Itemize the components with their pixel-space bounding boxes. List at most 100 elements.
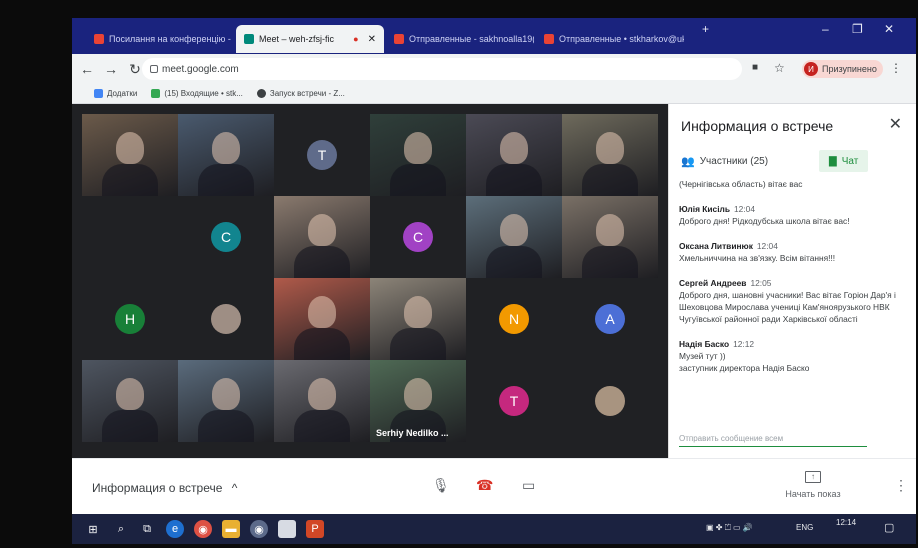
bookmark-label: Запуск встречи - Z... bbox=[269, 89, 345, 98]
meeting-info-button[interactable]: Информация о встрече ^ bbox=[92, 481, 237, 495]
participant-video bbox=[116, 378, 144, 410]
os-taskbar: ⊞ ⌕ ⧉ e ◉ ▬ ◉ P ▣ ✤ ⏍ ▭ 🔊 ENG 12:14 ▢ bbox=[72, 514, 916, 544]
participant-tile[interactable] bbox=[274, 360, 370, 442]
bookmark-zoom[interactable]: Запуск встречи - Z... bbox=[256, 89, 345, 98]
task-view-icon[interactable]: ⧉ bbox=[138, 520, 156, 538]
chat-message: Оксана Литвинюк 12:04 Хмельниччина на зв'… bbox=[679, 240, 905, 264]
windows-start-icon[interactable]: ⊞ bbox=[84, 520, 102, 538]
participant-tile[interactable]: H bbox=[82, 278, 178, 360]
participant-video bbox=[308, 296, 336, 328]
participant-tile[interactable] bbox=[178, 360, 274, 442]
message-text: (Чернігівська область) вітає вас bbox=[679, 179, 803, 189]
tab-chat[interactable]: ▇ Чат bbox=[819, 150, 869, 172]
bookmark-inbox[interactable]: (15) Входящие • stk... bbox=[151, 89, 243, 98]
participant-video-body bbox=[102, 410, 158, 442]
participant-video-body bbox=[582, 246, 638, 278]
new-tab-icon[interactable]: + bbox=[702, 22, 709, 36]
participant-tile[interactable] bbox=[178, 114, 274, 196]
profile-button[interactable]: И Призупинено bbox=[802, 60, 883, 78]
tray-icons[interactable]: ▣ ✤ ⏍ ▭ 🔊 bbox=[706, 523, 753, 533]
window-close-icon[interactable]: ✕ bbox=[884, 22, 894, 36]
address-bar: ← → ↻ meet.google.com ■ ☆ И Призупинено … bbox=[72, 54, 916, 84]
participant-tile[interactable]: A bbox=[562, 278, 658, 360]
people-icon: 👥 bbox=[681, 155, 695, 168]
participant-tile[interactable] bbox=[370, 114, 466, 196]
bookmark-label: Додатки bbox=[107, 89, 138, 98]
participant-tile[interactable] bbox=[82, 114, 178, 196]
gmail-icon bbox=[544, 34, 554, 44]
chevron-up-icon: ^ bbox=[231, 481, 238, 495]
hang-up-icon[interactable]: ☎ bbox=[476, 477, 493, 494]
menu-icon[interactable]: ⋮ bbox=[890, 61, 902, 75]
participant-tile[interactable] bbox=[466, 114, 562, 196]
participant-tile[interactable] bbox=[82, 360, 178, 442]
chrome-active-icon[interactable]: ◉ bbox=[250, 520, 268, 538]
lock-icon[interactable] bbox=[150, 65, 158, 73]
browser-tab[interactable]: Отправленные • stkharkov@uk ✕ bbox=[536, 25, 684, 53]
chat-input[interactable]: Отправить сообщение всем bbox=[679, 434, 867, 447]
participant-tile[interactable] bbox=[274, 278, 370, 360]
microphone-icon[interactable]: 🎙 bbox=[432, 477, 450, 494]
participant-video-body bbox=[294, 328, 350, 360]
minimize-icon[interactable]: – bbox=[822, 22, 829, 36]
url-input[interactable]: meet.google.com bbox=[142, 58, 742, 80]
browser-tab[interactable]: Отправленные - sakhnoalla19( ✕ bbox=[386, 25, 534, 53]
participant-tile[interactable]: T bbox=[466, 360, 562, 442]
url-text: meet.google.com bbox=[162, 63, 239, 75]
participant-tile[interactable]: C bbox=[370, 196, 466, 278]
file-explorer-icon[interactable]: ▬ bbox=[222, 520, 240, 538]
participant-video-body bbox=[198, 410, 254, 442]
participant-tile[interactable] bbox=[178, 278, 274, 360]
tab-participants[interactable]: 👥 Участники (25) bbox=[681, 150, 768, 172]
chrome-icon[interactable]: ◉ bbox=[194, 520, 212, 538]
message-text: Хмельниччина на зв'язку. Всім вітання!!! bbox=[679, 253, 836, 263]
participant-video bbox=[596, 214, 624, 246]
chat-icon: ▇ bbox=[829, 155, 837, 167]
participant-tile[interactable] bbox=[562, 196, 658, 278]
participant-tile[interactable]: Serhiy Nedilko ... bbox=[370, 360, 466, 442]
participant-tile[interactable] bbox=[370, 278, 466, 360]
participant-video bbox=[404, 132, 432, 164]
edge-icon[interactable]: e bbox=[166, 520, 184, 538]
apps-icon bbox=[94, 89, 103, 98]
participant-avatar: H bbox=[115, 304, 145, 334]
participant-video bbox=[212, 378, 240, 410]
star-icon[interactable]: ☆ bbox=[774, 61, 785, 75]
bookmark-apps[interactable]: Додатки bbox=[94, 89, 137, 98]
clock[interactable]: 12:14 bbox=[836, 518, 856, 527]
participant-video-body bbox=[390, 164, 446, 196]
participant-tile[interactable] bbox=[466, 196, 562, 278]
participant-tile[interactable] bbox=[562, 114, 658, 196]
participant-tile[interactable]: T bbox=[274, 114, 370, 196]
camera-icon[interactable]: ■ bbox=[752, 62, 758, 73]
browser-tab-active[interactable]: Meet – weh-zfsj-fic ● ✕ bbox=[236, 25, 384, 53]
language-indicator[interactable]: ENG bbox=[796, 523, 813, 532]
maximize-icon[interactable]: ❐ bbox=[852, 22, 863, 36]
close-panel-icon[interactable]: ✕ bbox=[889, 114, 902, 134]
present-button[interactable]: ↑ Начать показ bbox=[778, 471, 848, 499]
participant-avatar bbox=[211, 304, 241, 334]
browser-tab-bar: Посилання на конференцію - ✕ Meet – weh-… bbox=[72, 18, 916, 54]
powerpoint-icon[interactable]: P bbox=[306, 520, 324, 538]
close-tab-icon[interactable]: ✕ bbox=[368, 34, 376, 45]
back-icon[interactable]: ← bbox=[78, 61, 96, 77]
forward-icon[interactable]: → bbox=[102, 61, 120, 77]
browser-tab[interactable]: Посилання на конференцію - ✕ bbox=[86, 25, 234, 53]
participant-tile[interactable]: C bbox=[178, 196, 274, 278]
message-time: 12:05 bbox=[750, 278, 772, 288]
more-options-icon[interactable]: ⋮ bbox=[894, 477, 908, 494]
notifications-icon[interactable]: ▢ bbox=[884, 521, 894, 534]
participant-tile[interactable] bbox=[274, 196, 370, 278]
camera-toggle-icon[interactable]: ▭ bbox=[522, 477, 535, 494]
participant-video bbox=[500, 214, 528, 246]
tab-title: Отправленные - sakhnoalla19( bbox=[409, 34, 534, 44]
participant-tile[interactable]: N bbox=[466, 278, 562, 360]
app-icon[interactable] bbox=[278, 520, 296, 538]
participant-video-body bbox=[486, 246, 542, 278]
participant-tile[interactable] bbox=[562, 360, 658, 442]
participant-avatar: C bbox=[211, 222, 241, 252]
meeting-controls-bar: Информация о встрече ^ 🎙 ☎ ▭ ↑ Начать по… bbox=[72, 458, 916, 514]
participant-avatar: N bbox=[499, 304, 529, 334]
search-icon[interactable]: ⌕ bbox=[112, 520, 130, 538]
participant-avatar bbox=[595, 386, 625, 416]
